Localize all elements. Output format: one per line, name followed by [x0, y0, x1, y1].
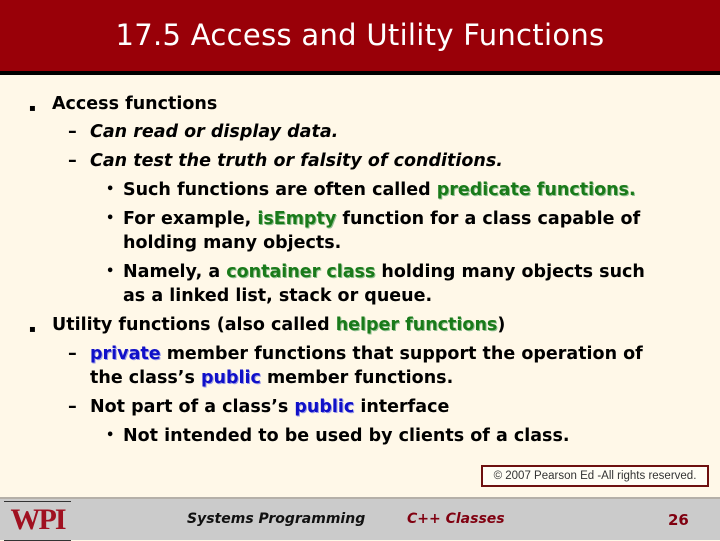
highlight-predicate-functions: predicate functions. — [436, 180, 636, 200]
dash-marker: – — [68, 122, 77, 142]
slide-title: 17.5 Access and Utility Functions — [115, 18, 605, 52]
highlight-helper-functions: helper functions — [335, 315, 498, 335]
text: ) — [497, 315, 506, 335]
footer-course-name: Systems Programming — [187, 511, 366, 527]
text: member functions. — [260, 368, 454, 388]
sub-sub-bullet-not-for-clients: Not intended to be used by clients of a … — [123, 426, 570, 446]
dot-marker: • — [106, 182, 115, 197]
text: Namely, a — [123, 262, 227, 282]
sub-sub-bullet-predicate: Such functions are often called predicat… — [123, 178, 636, 202]
sub-bullet-read-display: Can read or display data. — [90, 122, 339, 142]
text: member functions that support the operat… — [160, 344, 643, 364]
sub-sub-bullet-isempty-cont: holding many objects. — [123, 233, 342, 253]
sub-bullet-private-members-cont: the class’s public member functions. — [90, 366, 453, 390]
text: the class’s — [90, 368, 201, 388]
sub-bullet-test-truth: Can test the truth or falsity of conditi… — [90, 151, 503, 171]
page-number: 26 — [668, 511, 689, 529]
footer-topic: C++ Classes — [407, 511, 505, 527]
bullet-access-functions: Access functions — [52, 94, 218, 114]
highlight-container-class: container class — [226, 262, 376, 282]
highlight-isempty: isEmpty — [257, 209, 337, 229]
sub-bullet-private-members: private member functions that support th… — [90, 342, 643, 366]
text: interface — [354, 397, 450, 417]
sub-sub-bullet-container: Namely, a container class holding many o… — [123, 260, 645, 284]
dash-marker: – — [68, 151, 77, 171]
dash-marker: – — [68, 344, 77, 364]
dot-marker: • — [106, 211, 115, 226]
bullet-marker: ▪ — [29, 103, 36, 114]
copyright-notice: © 2007 Pearson Ed -All rights reserved. — [481, 465, 709, 487]
text: holding many objects such — [375, 262, 645, 282]
text: function for a class capable of — [336, 209, 641, 229]
wpi-logo: WPI — [4, 501, 71, 541]
highlight-public: public — [200, 368, 261, 388]
text: For example, — [123, 209, 258, 229]
text: Not part of a class’s — [90, 397, 295, 417]
sub-bullet-not-public-interface: Not part of a class’s public interface — [90, 395, 449, 419]
sub-sub-bullet-container-cont: as a linked list, stack or queue. — [123, 286, 433, 306]
highlight-private: private — [90, 344, 161, 364]
dot-marker: • — [106, 264, 115, 279]
slide-header: 17.5 Access and Utility Functions — [0, 0, 720, 75]
dash-marker: – — [68, 397, 77, 417]
text: Such functions are often called — [123, 180, 437, 200]
slide-footer: WPI Systems Programming C++ Classes 26 — [0, 497, 720, 541]
sub-sub-bullet-isempty: For example, isEmpty function for a clas… — [123, 207, 640, 231]
bullet-utility-functions: Utility functions (also called helper fu… — [52, 313, 505, 337]
bullet-marker: ▪ — [29, 324, 36, 335]
dot-marker: • — [106, 428, 115, 443]
highlight-public: public — [294, 397, 355, 417]
text: Utility functions (also called — [52, 315, 336, 335]
